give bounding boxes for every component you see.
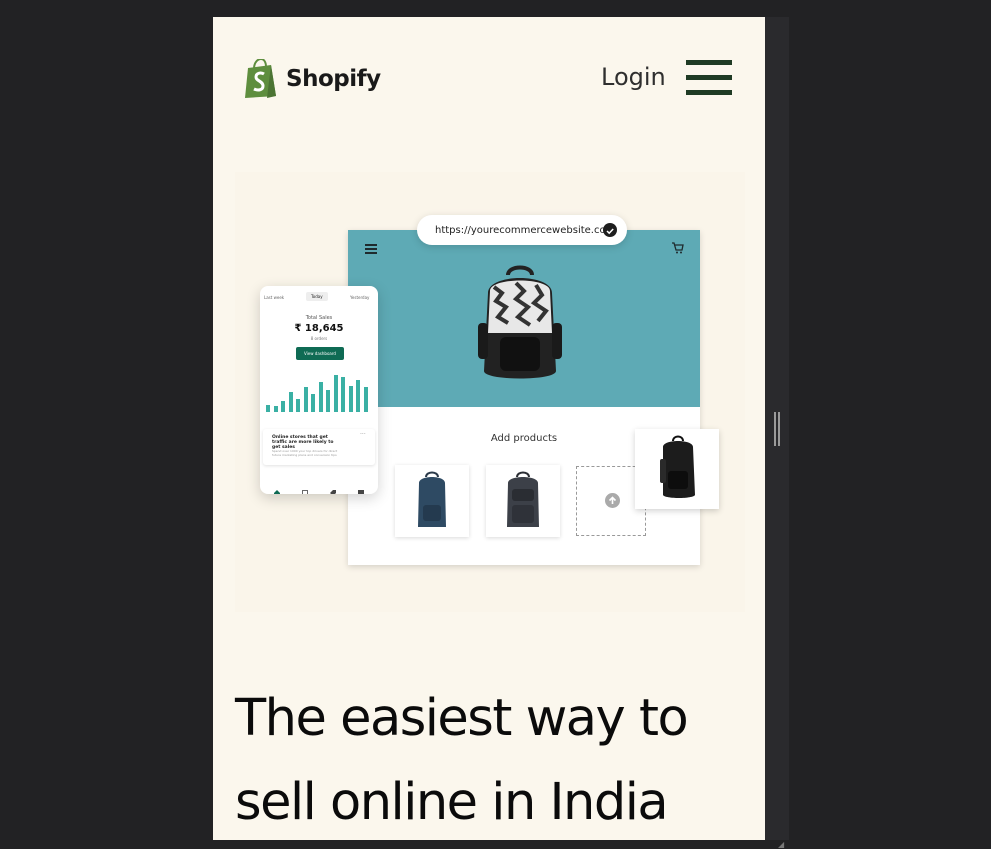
- sales-bar: [318, 382, 323, 412]
- sales-bar: [266, 405, 270, 412]
- tab-today: Today: [306, 292, 328, 301]
- product-thumb-grey-backpack: [486, 465, 560, 537]
- store-icon: [358, 481, 364, 494]
- orders-icon: [302, 481, 308, 494]
- hamburger-menu-icon[interactable]: [686, 60, 732, 96]
- sales-bar: [296, 399, 300, 412]
- backpack-image: [507, 471, 539, 527]
- backpack-image: [478, 265, 562, 379]
- url-text: https://yourecommercewebsite.com: [435, 224, 616, 236]
- sales-bar: [303, 387, 308, 412]
- tab-last-week: Last week: [264, 295, 285, 300]
- sales-bar: [288, 392, 293, 412]
- sales-bar: [356, 380, 360, 412]
- backpack-image: [418, 471, 446, 527]
- tip-card: Online stores that get traffic are more …: [263, 429, 375, 465]
- dragged-product-card: [635, 429, 719, 509]
- headline-line-1: The easiest way to: [235, 689, 689, 748]
- sales-bar-chart: [266, 372, 374, 412]
- resize-handle-icon[interactable]: ◢: [778, 841, 788, 849]
- sales-bar: [333, 375, 338, 412]
- dashboard-phone-mockup: Last week Today Yesterday Total Sales ₹ …: [260, 286, 378, 494]
- url-bar: https://yourecommercewebsite.com: [417, 215, 627, 245]
- more-options-icon: ···: [360, 431, 366, 438]
- tag-icon: [330, 481, 336, 494]
- home-icon: [274, 481, 280, 494]
- orders-count: 8 orders: [310, 336, 328, 341]
- headline-line-2: sell online in India: [235, 773, 669, 832]
- tip-title: Online stores that get traffic are more …: [272, 435, 334, 450]
- sales-bar: [326, 390, 330, 412]
- product-thumb-blue-backpack: [395, 465, 469, 537]
- menu-icon: [365, 244, 377, 254]
- total-sales-label: Total Sales: [305, 315, 333, 321]
- sales-bar: [348, 386, 353, 412]
- page-viewport: Shopify Login Add products https://youre…: [213, 17, 765, 840]
- storefront-banner: [348, 230, 700, 407]
- sales-bar: [273, 406, 278, 412]
- scrollbar[interactable]: [765, 17, 789, 840]
- upload-arrow-icon: [605, 493, 620, 508]
- brand-name: Shopify: [286, 65, 381, 92]
- brand-logo[interactable]: Shopify: [243, 59, 381, 98]
- sales-bar: [341, 377, 345, 412]
- phone-bottom-nav: [260, 475, 378, 494]
- sales-bar: [363, 387, 368, 412]
- shopify-bag-icon: [245, 59, 276, 98]
- sales-bar: [311, 394, 315, 412]
- scrollbar-grip[interactable]: [774, 412, 780, 446]
- backpack-image: [660, 435, 695, 498]
- sales-bar: [281, 401, 285, 412]
- login-link[interactable]: Login: [601, 63, 666, 91]
- cart-icon: [672, 242, 684, 254]
- check-icon: [603, 223, 617, 237]
- storefront-mockup: Add products: [348, 230, 700, 565]
- tab-yesterday: Yesterday: [350, 295, 370, 300]
- hero-headline: The easiest way to sell online in India: [235, 677, 755, 840]
- total-sales-value: ₹ 18,645: [294, 323, 344, 334]
- view-dashboard-button: View dashboard: [296, 347, 344, 360]
- tip-body: Spend over 1000 your top drivers for dir…: [272, 449, 338, 457]
